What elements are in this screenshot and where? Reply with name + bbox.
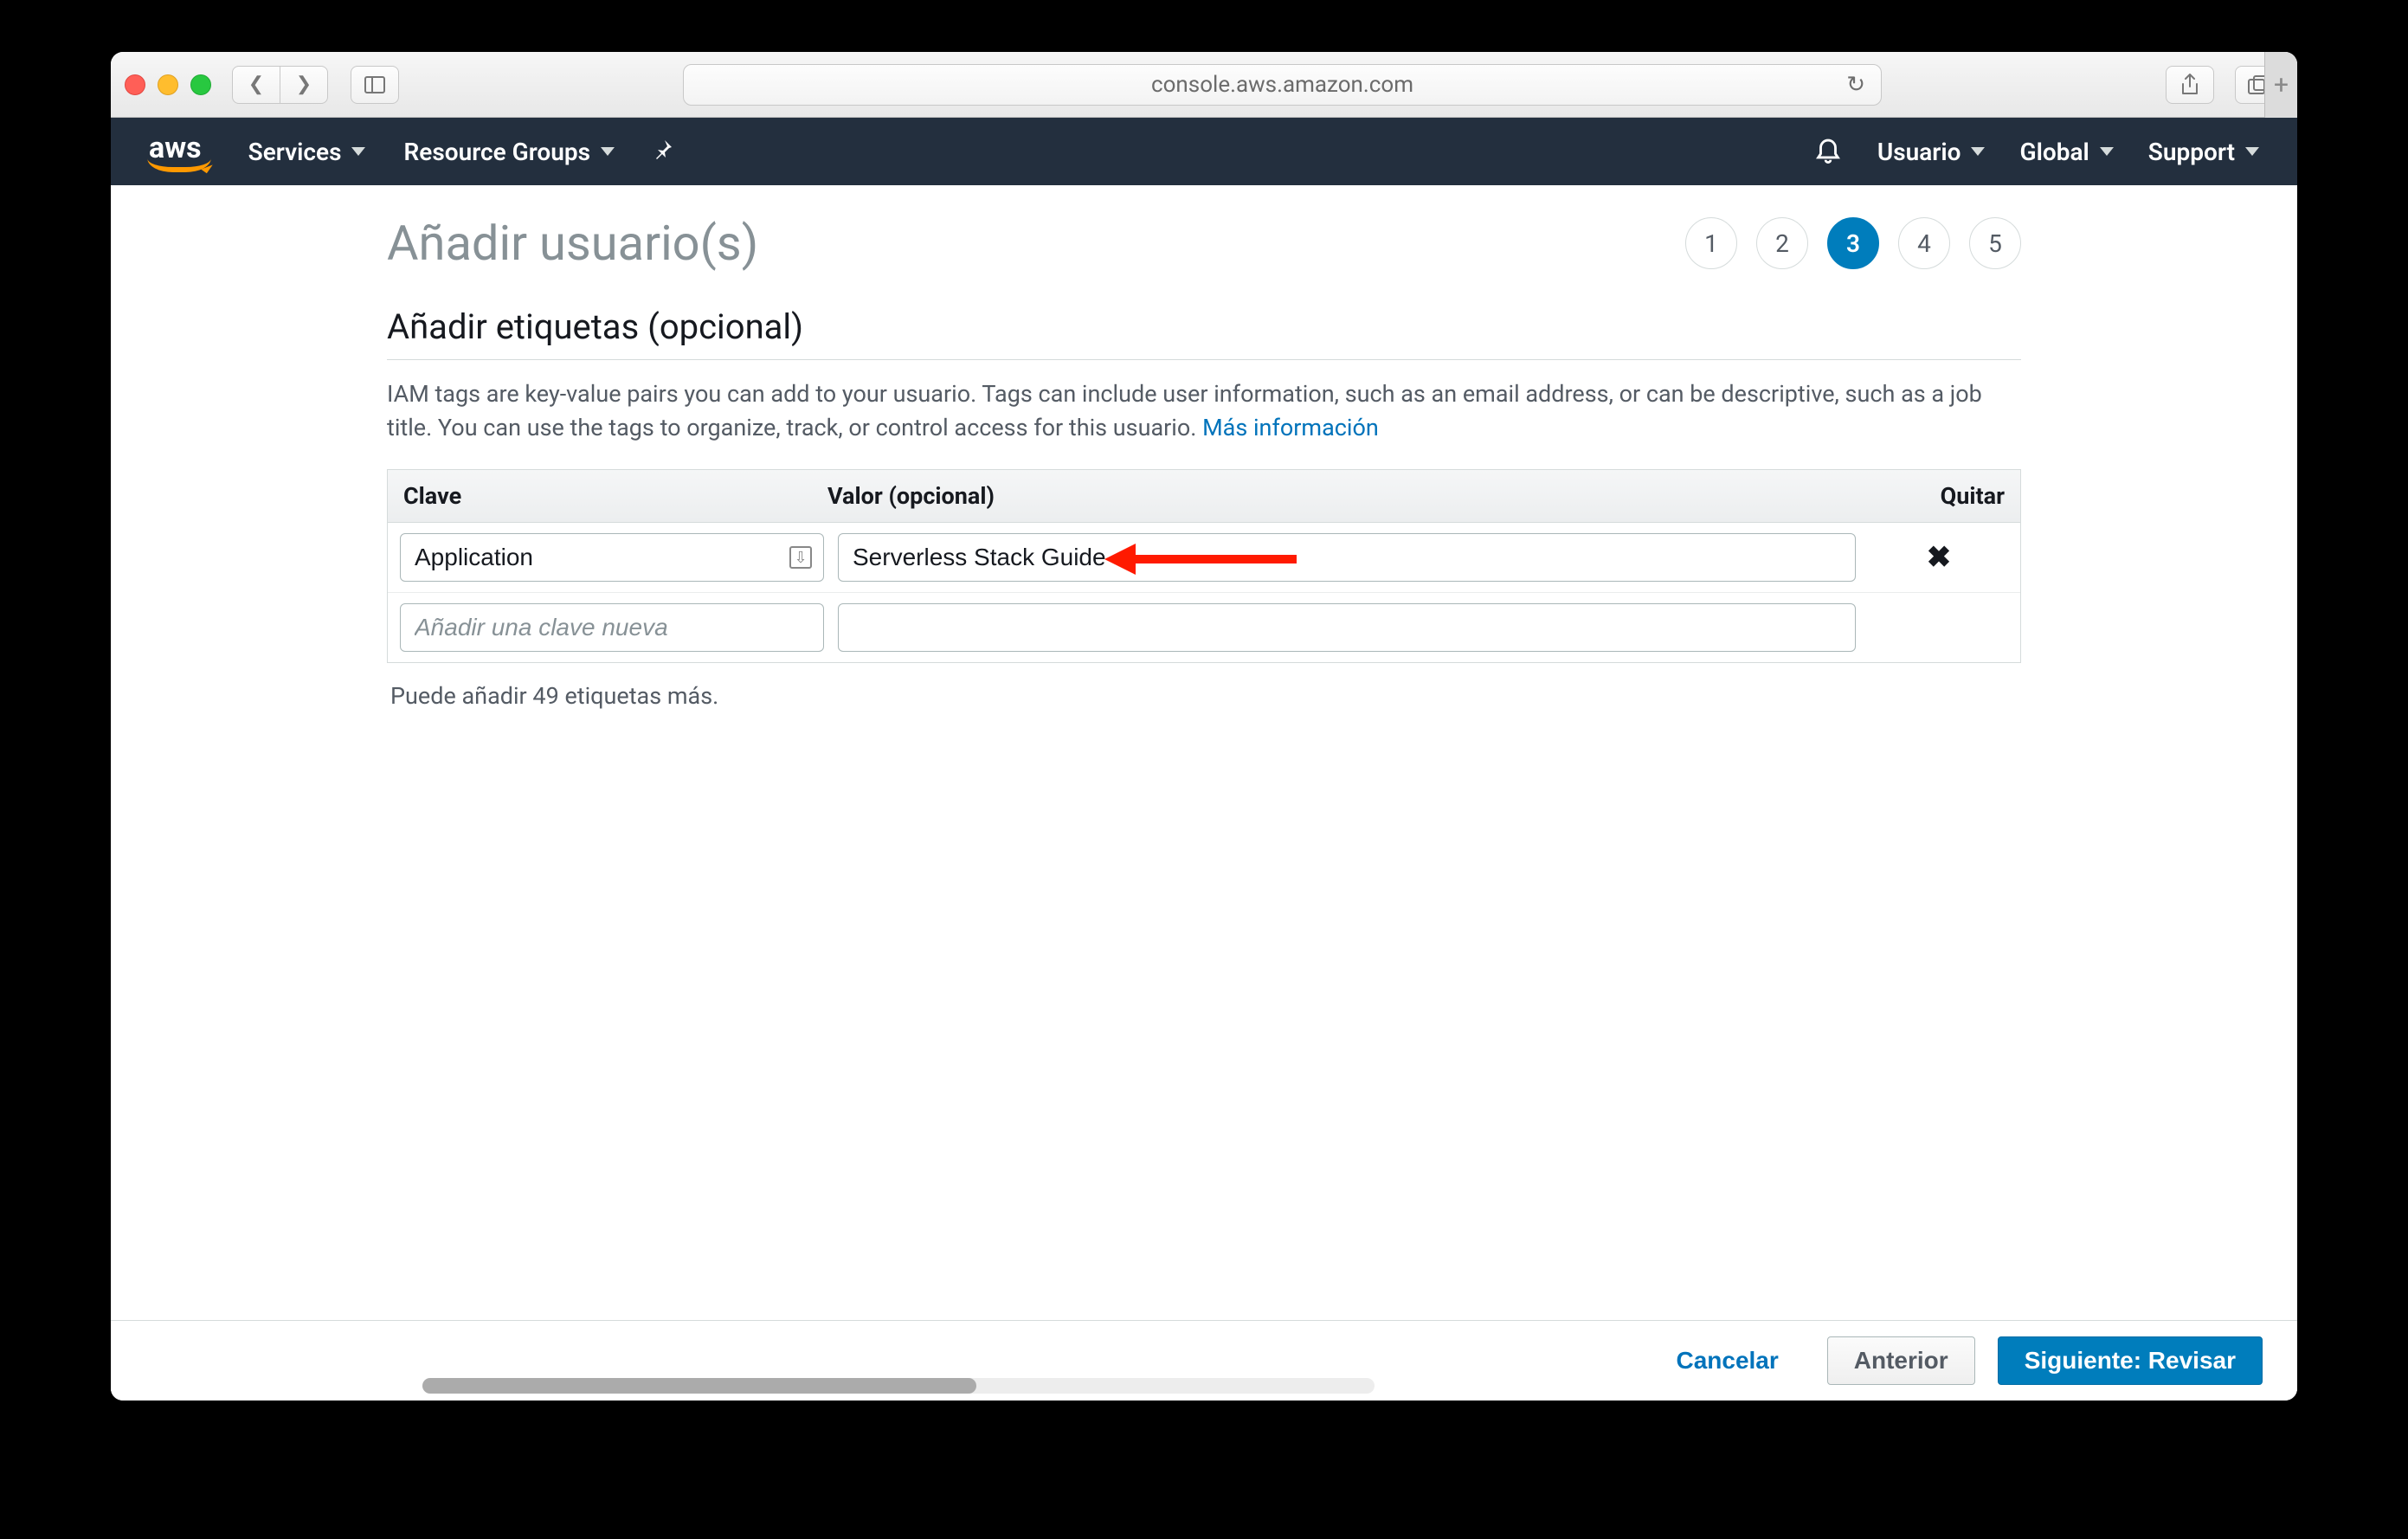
forward-button[interactable]: ❯ bbox=[280, 66, 328, 104]
account-menu[interactable]: Usuario bbox=[1877, 138, 1986, 166]
wizard-step-1[interactable]: 1 bbox=[1685, 217, 1737, 269]
col-remove-header: Quitar bbox=[1882, 470, 2020, 522]
tag-key-input[interactable] bbox=[400, 533, 824, 582]
horizontal-scrollbar[interactable] bbox=[422, 1378, 1375, 1394]
tag-row-new bbox=[388, 593, 2020, 662]
remove-tag-icon[interactable]: ✖ bbox=[1927, 540, 1952, 575]
sidebar-icon bbox=[364, 76, 385, 93]
chevron-down-icon bbox=[2100, 147, 2114, 156]
page-title: Añadir usuario(s) bbox=[387, 215, 758, 272]
reload-icon[interactable]: ↻ bbox=[1846, 72, 1865, 98]
col-value-header: Valor (opcional) bbox=[812, 470, 1882, 522]
chevron-down-icon bbox=[1971, 147, 1985, 156]
services-label: Services bbox=[248, 138, 342, 166]
account-label: Usuario bbox=[1877, 138, 1961, 166]
tag-row: ⇩ ✖ bbox=[388, 523, 2020, 593]
notifications-icon[interactable] bbox=[1813, 134, 1843, 170]
new-tag-key-input[interactable] bbox=[400, 603, 824, 652]
browser-window: ❮ ❯ console.aws.amazon.com ↻ + aws Servi… bbox=[111, 52, 2297, 1401]
aws-top-nav: aws Services Resource Groups Usuario Glo… bbox=[111, 118, 2297, 185]
pin-icon[interactable] bbox=[653, 138, 673, 164]
region-menu[interactable]: Global bbox=[2019, 138, 2113, 166]
tag-value-input[interactable] bbox=[838, 533, 1856, 582]
chevron-down-icon bbox=[351, 147, 365, 156]
tag-table: Clave Valor (opcional) Quitar ⇩ bbox=[387, 469, 2021, 663]
autocomplete-icon: ⇩ bbox=[789, 546, 812, 569]
aws-logo[interactable]: aws bbox=[149, 131, 202, 172]
region-label: Global bbox=[2019, 138, 2089, 166]
chevron-down-icon bbox=[2245, 147, 2259, 156]
wizard-step-3[interactable]: 3 bbox=[1827, 217, 1879, 269]
new-tab-button[interactable]: + bbox=[2264, 52, 2297, 118]
sidebar-toggle-button[interactable] bbox=[351, 66, 399, 104]
chevron-down-icon bbox=[601, 147, 615, 156]
scrollbar-thumb[interactable] bbox=[422, 1378, 976, 1394]
title-row: Añadir usuario(s) 12345 bbox=[387, 215, 2021, 272]
more-info-link[interactable]: Más información bbox=[1202, 414, 1379, 441]
url-text: console.aws.amazon.com bbox=[1151, 72, 1413, 98]
col-key-header: Clave bbox=[388, 470, 812, 522]
support-menu[interactable]: Support bbox=[2148, 138, 2259, 166]
wizard-footer: Cancelar Anterior Siguiente: Revisar bbox=[111, 1320, 2297, 1401]
tag-table-header: Clave Valor (opcional) Quitar bbox=[388, 470, 2020, 523]
cancel-button[interactable]: Cancelar bbox=[1650, 1336, 1804, 1385]
wizard-step-5[interactable]: 5 bbox=[1969, 217, 2021, 269]
remaining-tags-text: Puede añadir 49 etiquetas más. bbox=[387, 682, 2021, 710]
share-button[interactable] bbox=[2166, 66, 2214, 104]
window-controls bbox=[125, 74, 211, 95]
url-bar[interactable]: console.aws.amazon.com ↻ bbox=[683, 64, 1882, 106]
section-description: IAM tags are key-value pairs you can add… bbox=[387, 377, 2021, 445]
nav-back-forward: ❮ ❯ bbox=[232, 66, 328, 104]
support-label: Support bbox=[2148, 138, 2235, 166]
close-window-icon[interactable] bbox=[125, 74, 145, 95]
back-button[interactable]: ❮ bbox=[232, 66, 280, 104]
wizard-steps: 12345 bbox=[1685, 217, 2021, 269]
services-menu[interactable]: Services bbox=[248, 138, 366, 166]
next-button[interactable]: Siguiente: Revisar bbox=[1998, 1336, 2263, 1385]
new-tag-value-input[interactable] bbox=[838, 603, 1856, 652]
maximize-window-icon[interactable] bbox=[190, 74, 211, 95]
previous-button[interactable]: Anterior bbox=[1827, 1336, 1975, 1385]
content-area: Añadir usuario(s) 12345 Añadir etiquetas… bbox=[111, 185, 2297, 1401]
minimize-window-icon[interactable] bbox=[158, 74, 178, 95]
wizard-step-4[interactable]: 4 bbox=[1898, 217, 1950, 269]
resource-groups-label: Resource Groups bbox=[403, 138, 590, 166]
wizard-step-2[interactable]: 2 bbox=[1756, 217, 1808, 269]
resource-groups-menu[interactable]: Resource Groups bbox=[403, 138, 615, 166]
description-text: IAM tags are key-value pairs you can add… bbox=[387, 380, 1982, 441]
share-icon bbox=[2180, 74, 2199, 96]
section-title: Añadir etiquetas (opcional) bbox=[387, 306, 2021, 360]
safari-toolbar: ❮ ❯ console.aws.amazon.com ↻ + bbox=[111, 52, 2297, 118]
